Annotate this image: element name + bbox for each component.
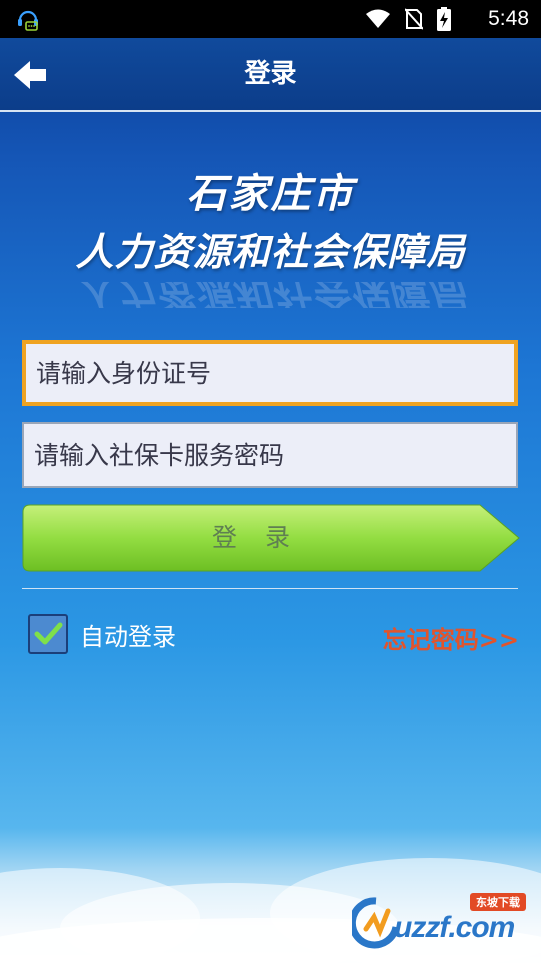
no-sim-icon bbox=[405, 8, 423, 30]
watermark-text: uzzf.com bbox=[394, 911, 515, 944]
org-city-name: 石家庄市 bbox=[186, 171, 355, 217]
page-title: 登录 bbox=[244, 59, 297, 89]
auto-login-label: 自动登录 bbox=[80, 622, 176, 651]
login-button-label: 登录 bbox=[211, 523, 318, 552]
status-bar: 5:48 bbox=[0, 0, 541, 38]
divider bbox=[22, 588, 518, 589]
battery-charging-icon bbox=[437, 7, 451, 31]
watermark-tag: 东坡下载 bbox=[470, 893, 526, 911]
forgot-password-link[interactable]: 忘记密码>> bbox=[383, 620, 519, 655]
headset-notification-icon bbox=[18, 10, 38, 31]
watermark-logo-icon bbox=[352, 897, 400, 949]
site-watermark: uzzf.com 东坡下载 bbox=[352, 893, 532, 955]
id-number-input[interactable] bbox=[22, 340, 518, 406]
auto-login-toggle[interactable]: 自动登录 bbox=[28, 612, 176, 656]
login-button[interactable]: 登录 bbox=[22, 504, 520, 572]
title-bar: 登录 bbox=[0, 38, 541, 112]
org-logo: 石家庄市 人力资源和社会保障局 人力资源和社会保障局 bbox=[0, 168, 541, 308]
checkmark-icon bbox=[34, 622, 63, 645]
login-screen: 登录 石家庄市 人力资源和社会保障局 人力资源和社会保障局 登录 bbox=[0, 38, 541, 963]
org-bureau-name: 人力资源和社会保障局 bbox=[75, 230, 466, 274]
org-name-reflection: 人力资源和社会保障局 bbox=[75, 282, 466, 308]
clock-time: 5:48 bbox=[488, 7, 529, 30]
service-password-input[interactable] bbox=[22, 422, 518, 488]
wifi-icon bbox=[366, 9, 390, 28]
auto-login-checkbox[interactable] bbox=[28, 614, 68, 654]
